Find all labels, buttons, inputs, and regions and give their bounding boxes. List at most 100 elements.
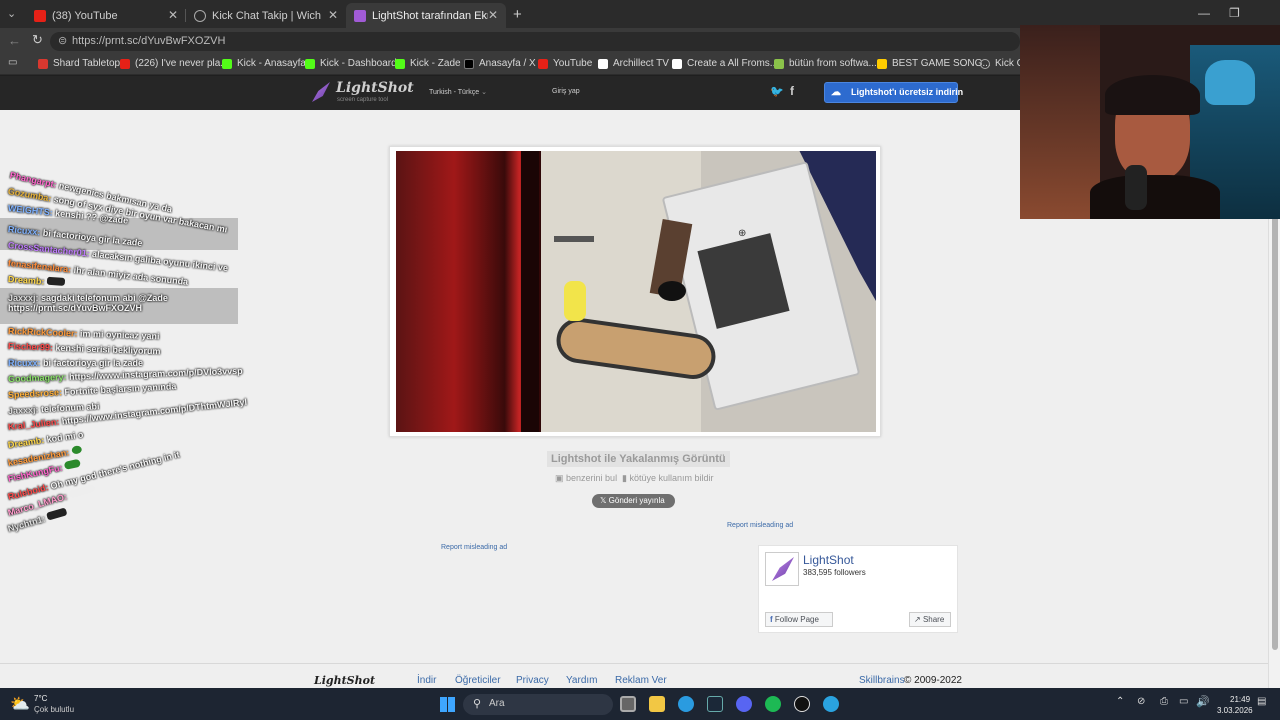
- tweet-button[interactable]: 𝕏 Gönderi yayınla: [592, 494, 675, 508]
- document-icon: [672, 58, 682, 69]
- globe-icon: [194, 9, 206, 22]
- footer-logo[interactable]: LightShot: [314, 674, 375, 687]
- kick-icon: [305, 58, 315, 69]
- search-label: Ara: [489, 698, 505, 709]
- language-label: Turkish - Türkçe: [429, 89, 480, 96]
- facebook-icon[interactable]: f: [790, 84, 794, 98]
- find-similar-link[interactable]: ▣ benzerini bul: [555, 473, 617, 484]
- lightshot-logo[interactable]: LightShot screen capture tool: [312, 80, 414, 106]
- flag-icon: ▮: [622, 473, 627, 483]
- bookmark-item[interactable]: (226) I've never pla...: [120, 58, 229, 69]
- footer-link-tutorials[interactable]: Öğreticiler: [455, 675, 501, 686]
- tab-youtube[interactable]: (38) YouTube ✕: [26, 3, 186, 28]
- bookmark-item[interactable]: Shard Tabletop: [38, 58, 120, 69]
- tab-label: LightShot tarafından Ekran Görünt: [372, 9, 490, 22]
- share-button[interactable]: ↗ Share: [909, 612, 951, 627]
- bookmark-favicon-icon: [38, 58, 48, 69]
- bookmark-item[interactable]: bütün from softwa...: [774, 58, 877, 69]
- bookmark-item[interactable]: Create a All Froms...: [672, 58, 778, 69]
- logo-tagline: screen capture tool: [337, 97, 389, 103]
- archillect-icon: [598, 58, 608, 69]
- sidebar-icon[interactable]: ▭: [8, 57, 17, 68]
- report-ad-link-right[interactable]: Report misleading ad: [727, 522, 793, 529]
- notifications-icon[interactable]: ▤: [1257, 696, 1266, 707]
- twitter-icon[interactable]: 🐦: [770, 85, 784, 98]
- new-tab-button[interactable]: +: [513, 6, 522, 23]
- tab-lightshot[interactable]: LightShot tarafından Ekran Görünt ✕: [346, 3, 506, 28]
- lightshot-feather-icon: [312, 82, 330, 102]
- unreal-engine-icon[interactable]: [794, 696, 810, 712]
- site-info-icon[interactable]: ⊜: [58, 32, 67, 51]
- report-abuse-link[interactable]: ▮ kötüye kullanım bildir: [622, 473, 714, 484]
- bookmark-item[interactable]: Kick - Anasayfa: [222, 58, 306, 69]
- footer-link-help[interactable]: Yardım: [566, 675, 598, 686]
- close-icon[interactable]: ✕: [168, 8, 178, 22]
- close-icon[interactable]: ✕: [487, 8, 498, 22]
- fb-followers: 383,595 followers: [803, 568, 866, 577]
- webcam-overlay: [1020, 25, 1280, 219]
- tab-kick-chat[interactable]: Kick Chat Takip | Wich ✕: [186, 3, 346, 28]
- windows-taskbar: ⛅ 7°C Çok bulutlu ⚲ Ara ⌃ ⊘ ⎙ ▭ 🔊 21:49 …: [0, 688, 1280, 720]
- weather-icon[interactable]: ⛅: [10, 694, 30, 714]
- report-ad-link-left[interactable]: Report misleading ad: [441, 544, 507, 551]
- app-icon[interactable]: [823, 696, 839, 712]
- network-icon[interactable]: ▭: [1179, 696, 1188, 707]
- tab-label: (38) YouTube: [52, 9, 118, 22]
- restore-button[interactable]: ❐: [1229, 6, 1240, 20]
- footer-link-download[interactable]: İndir: [417, 675, 436, 686]
- tray-app-icon[interactable]: ⊘: [1137, 696, 1145, 707]
- bookmark-item[interactable]: BEST GAME SONG...: [877, 58, 991, 69]
- discord-icon[interactable]: [736, 696, 752, 712]
- taskbar-search[interactable]: ⚲ Ara: [463, 694, 613, 715]
- back-arrow-icon[interactable]: ←: [8, 33, 21, 48]
- steam-icon[interactable]: [707, 696, 723, 712]
- globe-icon: [980, 58, 990, 69]
- emote-icon: [46, 276, 66, 286]
- footer-link-advertise[interactable]: Reklam Ver: [615, 675, 667, 686]
- start-button[interactable]: [440, 697, 455, 712]
- bookmark-item[interactable]: Kick - Dashboard: [305, 58, 397, 69]
- tray-chevron-icon[interactable]: ⌃: [1116, 696, 1124, 707]
- login-link[interactable]: Giriş yap: [552, 88, 580, 95]
- x-logo-icon: [464, 58, 474, 69]
- follow-page-button[interactable]: f Follow Page: [765, 612, 833, 627]
- tab-list-chevron-icon[interactable]: ⌄: [7, 7, 16, 20]
- fb-page-name[interactable]: LightShot: [803, 553, 854, 567]
- screenshot-image[interactable]: [396, 151, 876, 432]
- download-cloud-icon: ☁: [831, 87, 841, 98]
- footer-company-link[interactable]: Skillbrains: [859, 675, 905, 686]
- minimize-button[interactable]: —: [1198, 6, 1210, 20]
- close-icon[interactable]: ✕: [328, 8, 338, 22]
- kick-icon: [222, 58, 232, 69]
- emote-icon: [63, 458, 82, 470]
- lightshot-feather-icon: [354, 9, 366, 22]
- share-icon: ↗: [914, 615, 923, 624]
- youtube-icon: [538, 58, 548, 69]
- bookmark-item[interactable]: YouTube: [538, 58, 592, 69]
- clock-time[interactable]: 21:49: [1230, 695, 1250, 704]
- edge-browser-icon[interactable]: [678, 696, 694, 712]
- download-free-button[interactable]: ☁ Lightshot'ı ücretsiz indirin: [824, 82, 963, 103]
- footer-divider: [0, 663, 1268, 664]
- file-explorer-icon[interactable]: [649, 696, 665, 712]
- tab-label: Kick Chat Takip | Wich: [212, 9, 322, 22]
- weather-desc[interactable]: Çok bulutlu: [34, 705, 74, 714]
- weather-temp[interactable]: 7°C: [34, 694, 47, 703]
- address-field[interactable]: ⊜ https://prnt.sc/dYuvBwFXOZVH: [50, 32, 1020, 51]
- spotify-icon[interactable]: [765, 696, 781, 712]
- download-button-label: Lightshot'ı ücretsiz indirin: [851, 87, 964, 97]
- reload-icon[interactable]: ↻: [32, 32, 43, 48]
- footer-link-privacy[interactable]: Privacy: [516, 675, 549, 686]
- bookmark-item[interactable]: Archillect TV: [598, 58, 669, 69]
- volume-icon[interactable]: 🔊: [1196, 695, 1210, 708]
- x-logo-icon: 𝕏: [600, 496, 609, 505]
- bookmark-item[interactable]: Kick - Zade: [395, 58, 461, 69]
- task-view-icon[interactable]: [620, 696, 636, 712]
- page-avatar[interactable]: [765, 552, 799, 586]
- language-dropdown[interactable]: Turkish - Türkçe ⌄: [429, 88, 487, 96]
- mic-icon[interactable]: ⎙: [1160, 696, 1168, 707]
- lightshot-feather-icon: [772, 557, 794, 581]
- clock-date[interactable]: 3.03.2026: [1217, 706, 1253, 715]
- facebook-page-widget: LightShot 383,595 followers f Follow Pag…: [758, 545, 958, 633]
- bookmark-item[interactable]: Anasayfa / X: [464, 58, 536, 69]
